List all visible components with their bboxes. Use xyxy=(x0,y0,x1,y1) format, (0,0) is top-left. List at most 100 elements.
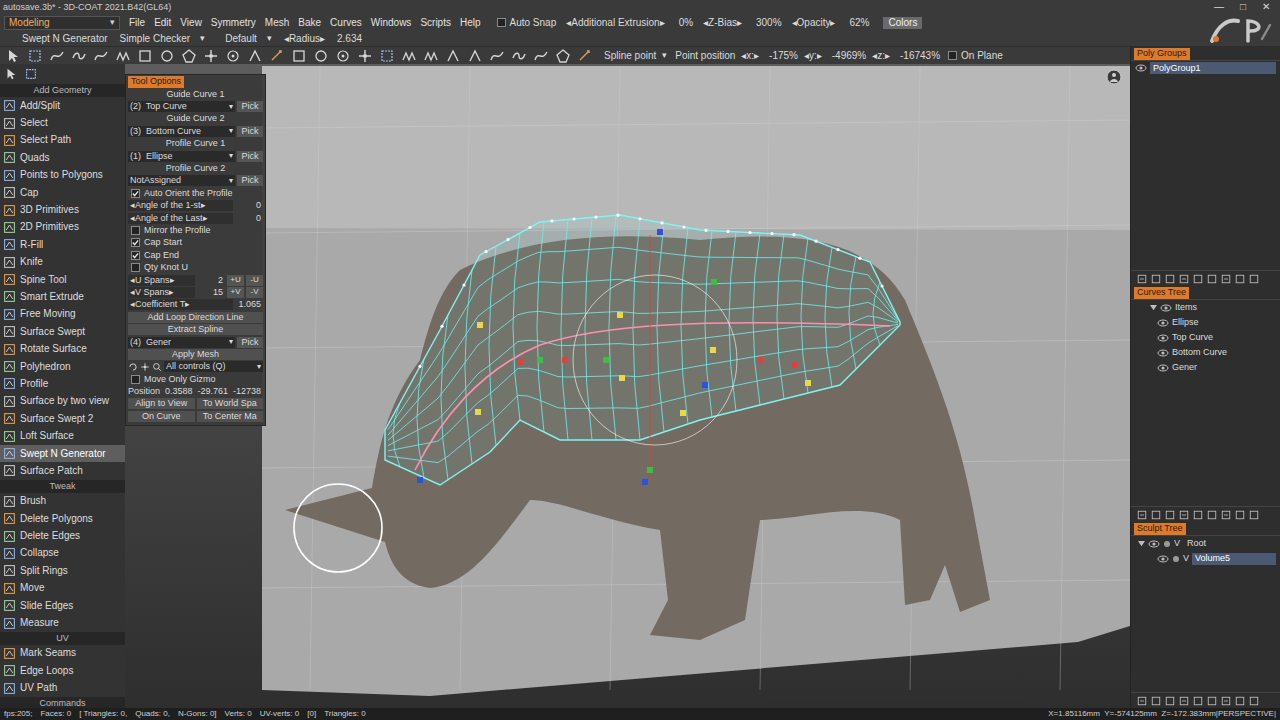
tool-shape-icon[interactable] xyxy=(222,48,244,64)
rotate-icon[interactable] xyxy=(128,362,138,372)
move-icon[interactable] xyxy=(140,362,150,372)
position-value[interactable]: 0.3588 xyxy=(165,387,193,396)
tool-item[interactable]: Delete Polygons xyxy=(0,510,125,527)
checkbox[interactable] xyxy=(131,189,140,198)
coordinate-field[interactable]: ◂y:▸-4969% xyxy=(804,51,866,61)
eye-icon[interactable] xyxy=(1148,539,1160,549)
option-dropdown[interactable]: All controls (Q)▾ xyxy=(164,361,263,372)
tool-shape-icon[interactable] xyxy=(90,48,112,64)
panel-action-icon[interactable] xyxy=(1165,510,1175,520)
checkbox[interactable] xyxy=(131,375,140,384)
tree-row[interactable]: VRoot xyxy=(1131,536,1280,551)
tool-shape-icon[interactable] xyxy=(486,48,508,64)
tool-item[interactable]: Polyhedron xyxy=(0,358,125,375)
tool-shape-icon[interactable] xyxy=(442,48,464,64)
tool-shape-icon[interactable] xyxy=(178,48,200,64)
action-button[interactable]: To Center Ma xyxy=(197,411,264,422)
tool-item[interactable]: Loft Surface xyxy=(0,427,125,444)
tool-shape-icon[interactable] xyxy=(508,48,530,64)
tool-shape-icon[interactable] xyxy=(2,48,24,64)
coordinate-field[interactable]: ◂x:▸-175% xyxy=(741,51,798,61)
menu-item[interactable]: File xyxy=(129,18,145,28)
panel-action-icon[interactable] xyxy=(1249,274,1259,284)
tool-shape-icon[interactable] xyxy=(332,48,354,64)
tool-shape-icon[interactable] xyxy=(24,48,46,64)
tool-shape-icon[interactable] xyxy=(200,48,222,64)
tool-item[interactable]: Smart Extrude xyxy=(0,288,125,305)
panel-action-icon[interactable] xyxy=(1207,274,1217,284)
step-button[interactable]: -U xyxy=(246,275,263,286)
on-plane-toggle[interactable]: On Plane xyxy=(948,51,1003,61)
colors-button[interactable]: Colors xyxy=(883,17,922,29)
pick-button[interactable]: Pick xyxy=(237,126,263,137)
checkbox[interactable] xyxy=(131,226,140,235)
action-button[interactable]: On Curve xyxy=(128,411,195,422)
eye-icon[interactable] xyxy=(1157,554,1169,564)
tool-options-tab[interactable]: Tool Options xyxy=(128,76,184,88)
view-navigation-icon[interactable] xyxy=(1106,69,1122,85)
tree-row[interactable]: Ellipse xyxy=(1131,315,1280,330)
tool-item[interactable]: 2D Primitives xyxy=(0,219,125,236)
tool-item[interactable]: Points to Polygons xyxy=(0,167,125,184)
menu-item[interactable]: Curves xyxy=(330,18,362,28)
panel-action-icon[interactable] xyxy=(1151,274,1161,284)
pick-button[interactable]: Pick xyxy=(237,337,263,348)
checkbox[interactable] xyxy=(131,251,140,260)
eye-icon[interactable] xyxy=(1157,318,1169,328)
toolbar-dropdown[interactable]: Simple Checker▾ xyxy=(120,34,206,44)
spinner-field[interactable]: ◂Coefficient T▸ xyxy=(128,299,233,310)
action-button[interactable]: Align to View xyxy=(128,398,195,409)
panel-action-icon[interactable] xyxy=(1137,696,1147,706)
tool-item[interactable]: Collapse xyxy=(0,545,125,562)
panel-tab[interactable]: Curves Tree xyxy=(1134,287,1189,299)
tool-item[interactable]: Profile xyxy=(0,375,125,392)
tool-item[interactable]: Spine Tool xyxy=(0,271,125,288)
tool-item[interactable]: Slide Edges xyxy=(0,597,125,614)
auto-snap[interactable]: Auto Snap xyxy=(497,18,557,28)
menu-item[interactable]: Edit xyxy=(154,18,171,28)
eye-icon[interactable] xyxy=(1135,63,1147,73)
zoom-icon[interactable] xyxy=(152,362,162,372)
tool-shape-icon[interactable] xyxy=(464,48,486,64)
tool-item[interactable]: Select xyxy=(0,114,125,131)
tool-shape-icon[interactable] xyxy=(266,48,288,64)
tool-item[interactable]: Split Rings xyxy=(0,562,125,579)
panel-action-icon[interactable] xyxy=(1137,510,1147,520)
spinner-field[interactable]: ◂Angle of the Last▸ xyxy=(128,213,233,224)
tool-shape-icon[interactable] xyxy=(156,48,178,64)
tree-row[interactable]: Gener xyxy=(1131,360,1280,375)
tool-item[interactable]: Surface by two view xyxy=(0,393,125,410)
coordinate-field[interactable]: ◂z:▸-16743% xyxy=(872,51,940,61)
tool-item[interactable]: Knife xyxy=(0,254,125,271)
panel-action-icon[interactable] xyxy=(1221,696,1231,706)
panel-action-icon[interactable] xyxy=(1137,274,1147,284)
spinner-field[interactable]: ◂V Spans▸ xyxy=(128,287,195,298)
panel-action-icon[interactable] xyxy=(1207,510,1217,520)
step-button[interactable]: +U xyxy=(227,275,244,286)
menu-item[interactable]: Help xyxy=(460,18,481,28)
tool-item[interactable]: Rotate Surface xyxy=(0,340,125,357)
slider-field[interactable]: ◂Additional Extrusion▸0% xyxy=(566,18,693,28)
tool-shape-icon[interactable] xyxy=(46,48,68,64)
action-button[interactable]: To World Spa xyxy=(197,398,264,409)
checkbox[interactable] xyxy=(131,263,140,272)
viewport-scene[interactable] xyxy=(125,64,1130,708)
panel-action-icon[interactable] xyxy=(1193,510,1203,520)
tool-item[interactable]: Surface Swept xyxy=(0,323,125,340)
eye-icon[interactable] xyxy=(1157,363,1169,373)
tool-item[interactable]: Mark Seams xyxy=(0,645,125,662)
window-control-button[interactable]: □ xyxy=(1240,2,1246,12)
tool-shape-icon[interactable] xyxy=(354,48,376,64)
room-dropdown[interactable]: Modeling▾ xyxy=(4,16,120,30)
panel-action-icon[interactable] xyxy=(1165,696,1175,706)
tool-shape-icon[interactable] xyxy=(376,48,398,64)
tool-shape-icon[interactable] xyxy=(530,48,552,64)
tool-item[interactable]: Brush xyxy=(0,493,125,510)
spinner-field[interactable]: ◂U Spans▸ xyxy=(128,275,195,286)
tool-shape-icon[interactable] xyxy=(244,48,266,64)
panel-tab[interactable]: Sculpt Tree xyxy=(1134,523,1186,535)
tool-item[interactable]: Add/Split xyxy=(0,97,125,114)
select-icon[interactable] xyxy=(24,67,38,81)
panel-action-icon[interactable] xyxy=(1249,510,1259,520)
menu-item[interactable]: Mesh xyxy=(265,18,289,28)
